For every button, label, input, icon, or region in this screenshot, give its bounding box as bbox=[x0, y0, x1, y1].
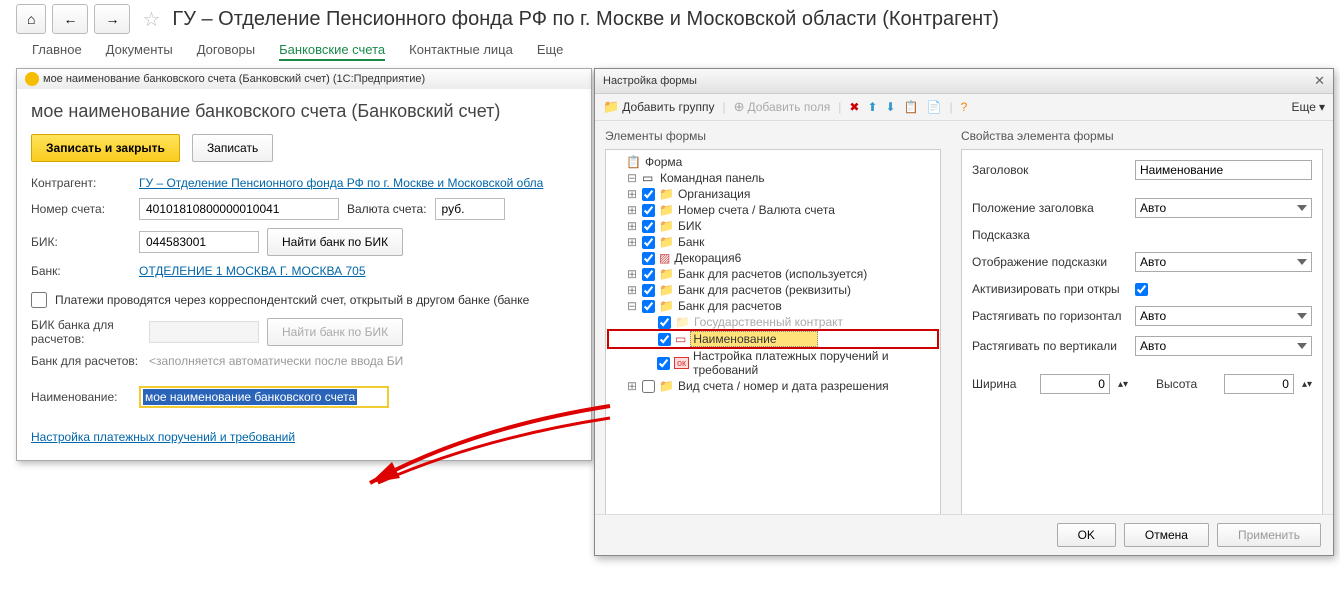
tab-main[interactable]: Главное bbox=[32, 42, 82, 61]
forward-button[interactable]: → bbox=[94, 4, 130, 34]
tree-payconfig[interactable]: окНастройка платежных поручений и требов… bbox=[608, 348, 938, 378]
tree-name[interactable]: ▭Наименование bbox=[608, 330, 938, 348]
tree-govcontract[interactable]: 📁Государственный контракт bbox=[608, 314, 938, 330]
favorite-icon[interactable]: ☆ bbox=[142, 7, 160, 32]
currency-input[interactable] bbox=[435, 198, 505, 220]
tab-contracts[interactable]: Договоры bbox=[197, 42, 255, 61]
tree-cmdpanel[interactable]: ⊟▭Командная панель bbox=[608, 170, 938, 186]
form-settings-dialog: Настройка формы ✕ 📁Добавить группу | ⊕До… bbox=[594, 68, 1334, 556]
bik2-input bbox=[149, 321, 259, 343]
tree-accno[interactable]: ⊞📁Номер счета / Валюта счета bbox=[608, 202, 938, 218]
p-width-lbl: Ширина bbox=[972, 377, 1032, 391]
corr-label: Платежи проводятся через корреспондентск… bbox=[55, 293, 529, 307]
copy-icon[interactable]: 📋 bbox=[904, 100, 919, 114]
bik2-label: БИК банка для расчетов: bbox=[31, 318, 141, 346]
p-title-input[interactable] bbox=[1135, 160, 1312, 180]
p-stretchh-input[interactable] bbox=[1135, 306, 1312, 326]
tree-title: Элементы формы bbox=[605, 129, 941, 143]
paste-icon[interactable]: 📄 bbox=[927, 100, 942, 114]
page-title: ГУ – Отделение Пенсионного фонда РФ по г… bbox=[172, 8, 999, 31]
tab-bank-accounts[interactable]: Банковские счета bbox=[279, 42, 385, 61]
bik-label: БИК: bbox=[31, 235, 131, 249]
tab-more[interactable]: Еще bbox=[537, 42, 563, 61]
apply-button[interactable]: Применить bbox=[1217, 523, 1321, 547]
find-bank-button[interactable]: Найти банк по БИК bbox=[267, 228, 403, 256]
close-icon[interactable]: ✕ bbox=[1314, 73, 1325, 89]
cancel-button[interactable]: Отмена bbox=[1124, 523, 1209, 547]
counterparty-link[interactable]: ГУ – Отделение Пенсионного фонда РФ по г… bbox=[139, 176, 543, 190]
bank2-label: Банк для расчетов: bbox=[31, 354, 141, 368]
tree-root[interactable]: 📋Форма bbox=[608, 154, 938, 170]
p-activate-lbl: Активизировать при откры bbox=[972, 282, 1127, 296]
help-icon[interactable]: ? bbox=[961, 100, 968, 114]
dialog-title: Настройка формы bbox=[603, 75, 697, 87]
currency-label: Валюта счета: bbox=[347, 202, 427, 216]
name-label: Наименование: bbox=[31, 390, 131, 404]
tree-bankcalc3[interactable]: ⊟📁Банк для расчетов bbox=[608, 298, 938, 314]
bank-link[interactable]: ОТДЕЛЕНИЕ 1 МОСКВА Г. МОСКВА 705 bbox=[139, 264, 366, 278]
add-group-button[interactable]: 📁Добавить группу bbox=[603, 99, 714, 115]
corr-checkbox[interactable] bbox=[31, 292, 47, 308]
p-height-input[interactable] bbox=[1224, 374, 1294, 394]
save-close-button[interactable]: Записать и закрыть bbox=[31, 134, 180, 162]
p-hint-lbl: Подсказка bbox=[972, 228, 1127, 242]
props-pane: Заголовок Положение заголовка Подсказка … bbox=[961, 149, 1323, 519]
move-up-icon[interactable]: ⬆ bbox=[867, 100, 877, 114]
tree-bankcalc1[interactable]: ⊞📁Банк для расчетов (используется) bbox=[608, 266, 938, 282]
add-fields-button: ⊕Добавить поля bbox=[734, 99, 831, 115]
p-hintdisp-lbl: Отображение подсказки bbox=[972, 255, 1127, 269]
find-bank2-button: Найти банк по БИК bbox=[267, 318, 403, 346]
bank2-placeholder: <заполняется автоматически после ввода Б… bbox=[149, 354, 403, 368]
tree-bankcalc2[interactable]: ⊞📁Банк для расчетов (реквизиты) bbox=[608, 282, 938, 298]
p-stretchh-lbl: Растягивать по горизонтал bbox=[972, 309, 1127, 323]
bik-input[interactable] bbox=[139, 231, 259, 253]
p-title-lbl: Заголовок bbox=[972, 163, 1127, 177]
tabs: Главное Документы Договоры Банковские сч… bbox=[0, 38, 1340, 62]
tree-org[interactable]: ⊞📁Организация bbox=[608, 186, 938, 202]
back-button[interactable]: ← bbox=[52, 4, 88, 34]
tree-acctype[interactable]: ⊞📁Вид счета / номер и дата разрешения bbox=[608, 378, 938, 394]
p-stretchv-input[interactable] bbox=[1135, 336, 1312, 356]
accno-label: Номер счета: bbox=[31, 202, 131, 216]
home-button[interactable]: ⌂ bbox=[16, 4, 46, 34]
bank-label: Банк: bbox=[31, 264, 131, 278]
p-height-lbl: Высота bbox=[1156, 377, 1216, 391]
tree-pane[interactable]: 📋Форма ⊟▭Командная панель ⊞📁Организация … bbox=[605, 149, 941, 519]
form-titlebar: мое наименование банковского счета (Банк… bbox=[17, 69, 591, 89]
p-titlepos-lbl: Положение заголовка bbox=[972, 201, 1127, 215]
p-width-input[interactable] bbox=[1040, 374, 1110, 394]
save-button[interactable]: Записать bbox=[192, 134, 273, 162]
tree-bank[interactable]: ⊞📁Банк bbox=[608, 234, 938, 250]
tab-contacts[interactable]: Контактные лица bbox=[409, 42, 513, 61]
tree-bik[interactable]: ⊞📁БИК bbox=[608, 218, 938, 234]
p-titlepos-input[interactable] bbox=[1135, 198, 1312, 218]
p-hintdisp-input[interactable] bbox=[1135, 252, 1312, 272]
name-value: мое наименование банковского счета bbox=[143, 389, 357, 405]
ok-button[interactable]: OK bbox=[1057, 523, 1116, 547]
bank-account-form: мое наименование банковского счета (Банк… bbox=[16, 68, 592, 461]
form-heading: мое наименование банковского счета (Банк… bbox=[31, 101, 577, 122]
accno-input[interactable] bbox=[139, 198, 339, 220]
p-stretchv-lbl: Растягивать по вертикали bbox=[972, 339, 1127, 353]
delete-icon[interactable]: ✖ bbox=[849, 100, 859, 114]
counterparty-label: Контрагент: bbox=[31, 176, 131, 190]
form-window-title: мое наименование банковского счета (Банк… bbox=[43, 73, 425, 85]
payment-config-link[interactable]: Настройка платежных поручений и требован… bbox=[31, 430, 295, 444]
move-down-icon[interactable]: ⬇ bbox=[886, 100, 896, 114]
props-title: Свойства элемента формы bbox=[961, 129, 1323, 143]
tree-dec6[interactable]: ▨Декорация6 bbox=[608, 250, 938, 266]
name-input[interactable]: мое наименование банковского счета bbox=[139, 386, 389, 408]
tab-documents[interactable]: Документы bbox=[106, 42, 173, 61]
more-button[interactable]: Еще ▾ bbox=[1292, 100, 1325, 114]
app-icon bbox=[25, 72, 39, 86]
p-activate-check[interactable] bbox=[1135, 283, 1148, 296]
